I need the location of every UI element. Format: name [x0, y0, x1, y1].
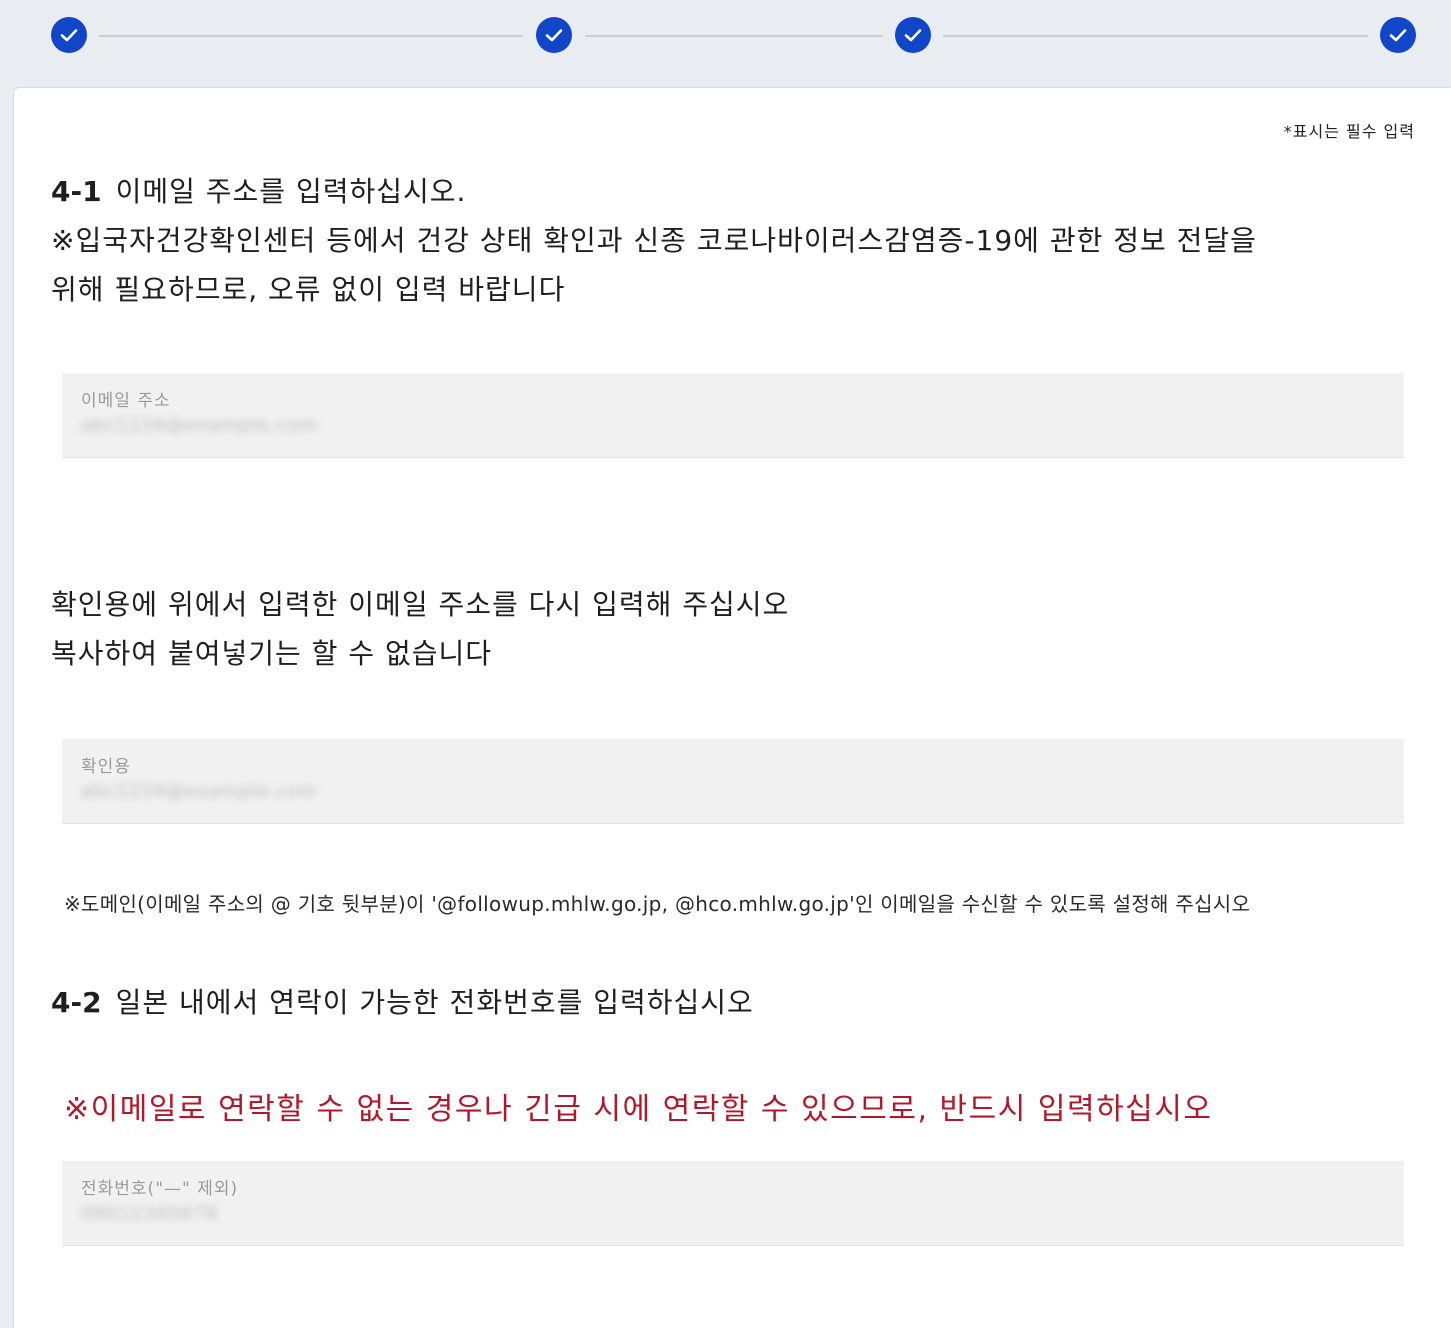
email-field[interactable]: 이메일 주소 abc1234@example.com [62, 373, 1404, 458]
progress-stepper [0, 0, 1451, 88]
confirm-email-prompt: 확인용에 위에서 입력한 이메일 주소를 다시 입력해 주십시오 복사하여 붙여… [51, 580, 789, 678]
question-number: 4-1 [51, 175, 102, 208]
phone-warning: ※이메일로 연락할 수 없는 경우나 긴급 시에 연락할 수 있으므로, 반드시… [64, 1092, 1213, 1127]
check-icon [545, 29, 563, 42]
step-connector [585, 35, 883, 37]
question-number: 4-2 [51, 986, 102, 1019]
confirm-email-field-label: 확인용 [81, 757, 131, 777]
question-4-1-title-line: 4-1 이메일 주소를 입력하십시오. [51, 167, 1257, 216]
check-icon [60, 29, 78, 42]
confirm-email-prompt-line: 확인용에 위에서 입력한 이메일 주소를 다시 입력해 주십시오 [51, 588, 790, 621]
check-icon [1389, 29, 1407, 42]
phone-field-value[interactable]: 09012345678 [81, 1203, 218, 1224]
required-note: *표시는 필수 입력 [1283, 122, 1415, 141]
form-card: *표시는 필수 입력 4-1 이메일 주소를 입력하십시오. ※입국자건강확인센터… [14, 88, 1451, 1328]
step-1-completed [51, 17, 87, 53]
confirm-email-field[interactable]: 확인용 abc1234@example.com [62, 739, 1404, 824]
question-4-1-note: ※입국자건강확인센터 등에서 건강 상태 확인과 신종 코로나바이러스감염증-1… [51, 224, 1257, 257]
question-4-1-note-cont: 위해 필요하므로, 오류 없이 입력 바랍니다 [51, 273, 566, 306]
confirm-email-prompt-line: 복사하여 붙여넣기는 할 수 없습니다 [51, 637, 493, 670]
step-2-completed [536, 17, 572, 53]
phone-field-label: 전화번호("—" 제외) [81, 1179, 239, 1199]
check-icon [904, 29, 922, 42]
step-connector [99, 35, 523, 37]
question-4-2-title-line: 4-2 일본 내에서 연락이 가능한 전화번호를 입력하십시오 [51, 978, 754, 1027]
email-field-value[interactable]: abc1234@example.com [81, 415, 318, 436]
step-connector [943, 35, 1368, 37]
question-title: 이메일 주소를 입력하십시오. [115, 175, 467, 208]
question-4-2: 4-2 일본 내에서 연락이 가능한 전화번호를 입력하십시오 [51, 978, 754, 1027]
confirm-email-field-value[interactable]: abc1234@example.com [81, 781, 318, 802]
step-3-completed [895, 17, 931, 53]
domain-note: ※도메인(이메일 주소의 @ 기호 뒷부분)이 '@followup.mhlw.… [64, 892, 1251, 916]
question-4-1: 4-1 이메일 주소를 입력하십시오. ※입국자건강확인센터 등에서 건강 상태 … [51, 167, 1257, 314]
phone-field[interactable]: 전화번호("—" 제외) 09012345678 [62, 1161, 1404, 1246]
question-title: 일본 내에서 연락이 가능한 전화번호를 입력하십시오 [115, 986, 754, 1019]
step-4-completed [1380, 17, 1416, 53]
email-field-label: 이메일 주소 [81, 391, 171, 411]
